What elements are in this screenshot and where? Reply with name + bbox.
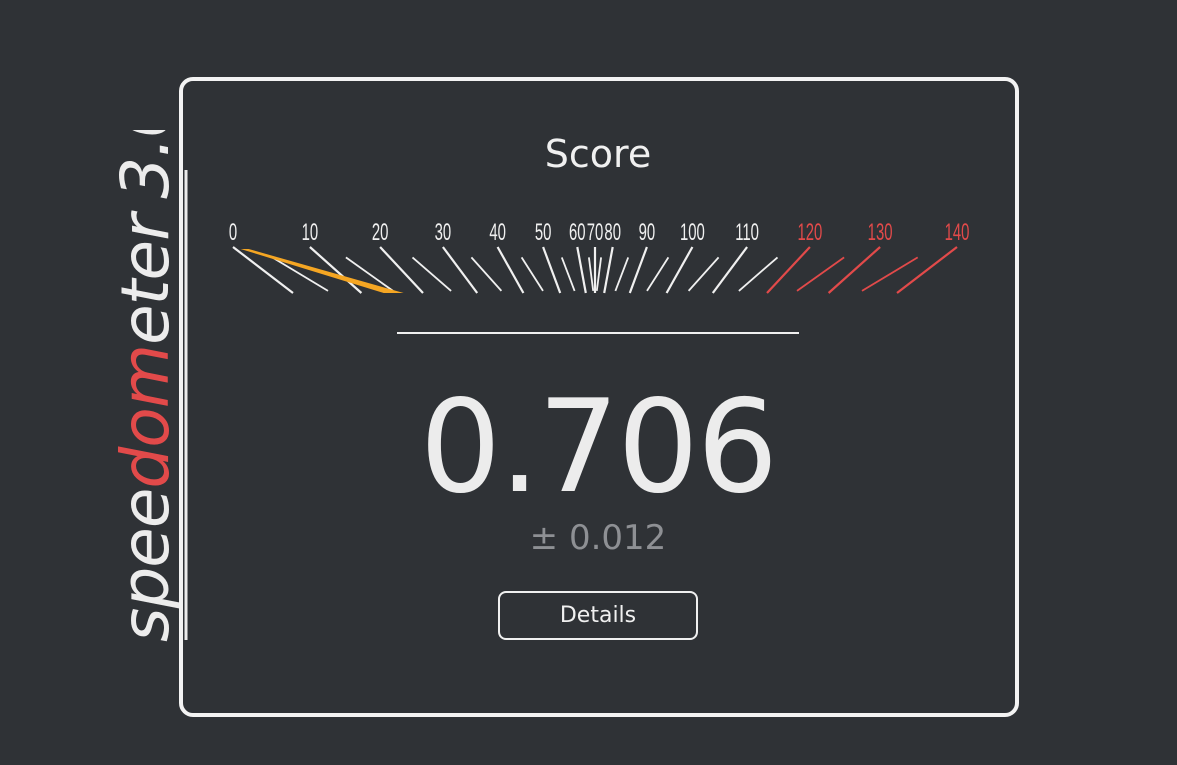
gauge-minor-tick [470,256,503,292]
gauge-major-tick [603,246,614,294]
gauge-minor-tick [738,256,779,292]
gauge-tick-label: 100 [680,220,705,246]
divider [397,332,799,334]
gauge-tick-label: 30 [435,220,452,246]
score-error: ± 0.012 [529,518,667,558]
gauge-minor-tick [411,256,452,292]
gauge-major-tick [576,246,587,294]
gauge-major-tick [665,246,694,294]
gauge-tick-label: 50 [535,220,552,246]
gauge-minor-tick [687,256,720,292]
svg-text:speedometer3.0: speedometer3.0 [108,130,184,642]
gauge-tick-label: 130 [868,220,893,246]
gauge-major-tick [896,246,958,294]
gauge-minor-tick [614,257,630,292]
details-button[interactable]: Details [498,591,698,640]
speed-gauge: 0 10 20 30 40 50 60 70 80 90 100 110 120 130 140 [229,220,970,294]
gauge-minor-tick [520,256,544,292]
gauge-major-tick [711,246,748,294]
gauge-minor-tick [861,256,919,292]
gauge-tick-label: 80 [604,220,621,246]
speedometer-logo: speedometer3.0 [108,130,188,642]
gauge-minor-tick [560,257,576,292]
gauge-tick-label: 90 [639,220,656,246]
gauge-tick-label: 70 [587,220,604,246]
gauge-major-tick [628,246,648,294]
gauge-tick-label: 110 [735,220,759,246]
gauge-tick-label: 140 [945,220,970,246]
gauge-tick-label: 120 [797,220,822,246]
gauge-major-tick [442,246,479,294]
gauge-major-tick [542,246,562,294]
gauge-tick-label: 0 [229,220,237,246]
gauge-major-tick [827,246,881,294]
gauge-minor-tick [646,256,670,292]
gauge-minor-tick [588,257,595,292]
logo-prefix: spee [108,489,184,643]
gauge-major-tick [496,246,525,294]
gauge-tick-label: 60 [569,220,586,246]
score-title: Score [544,132,652,176]
gauge-tick-label: 20 [372,220,389,246]
speedometer-app: speedometer3.0 Score 0 10 20 30 40 50 60 70 80 90… [0,0,1177,765]
score-value: 0.706 [419,373,778,522]
gauge-minor-tick [271,256,329,292]
gauge-tick-label: 40 [489,220,506,246]
gauge-minor-tick [595,257,602,292]
logo-highlight: dom [108,345,184,489]
gauge-tick-label: 10 [302,220,319,246]
logo-suffix: eter [108,210,184,345]
